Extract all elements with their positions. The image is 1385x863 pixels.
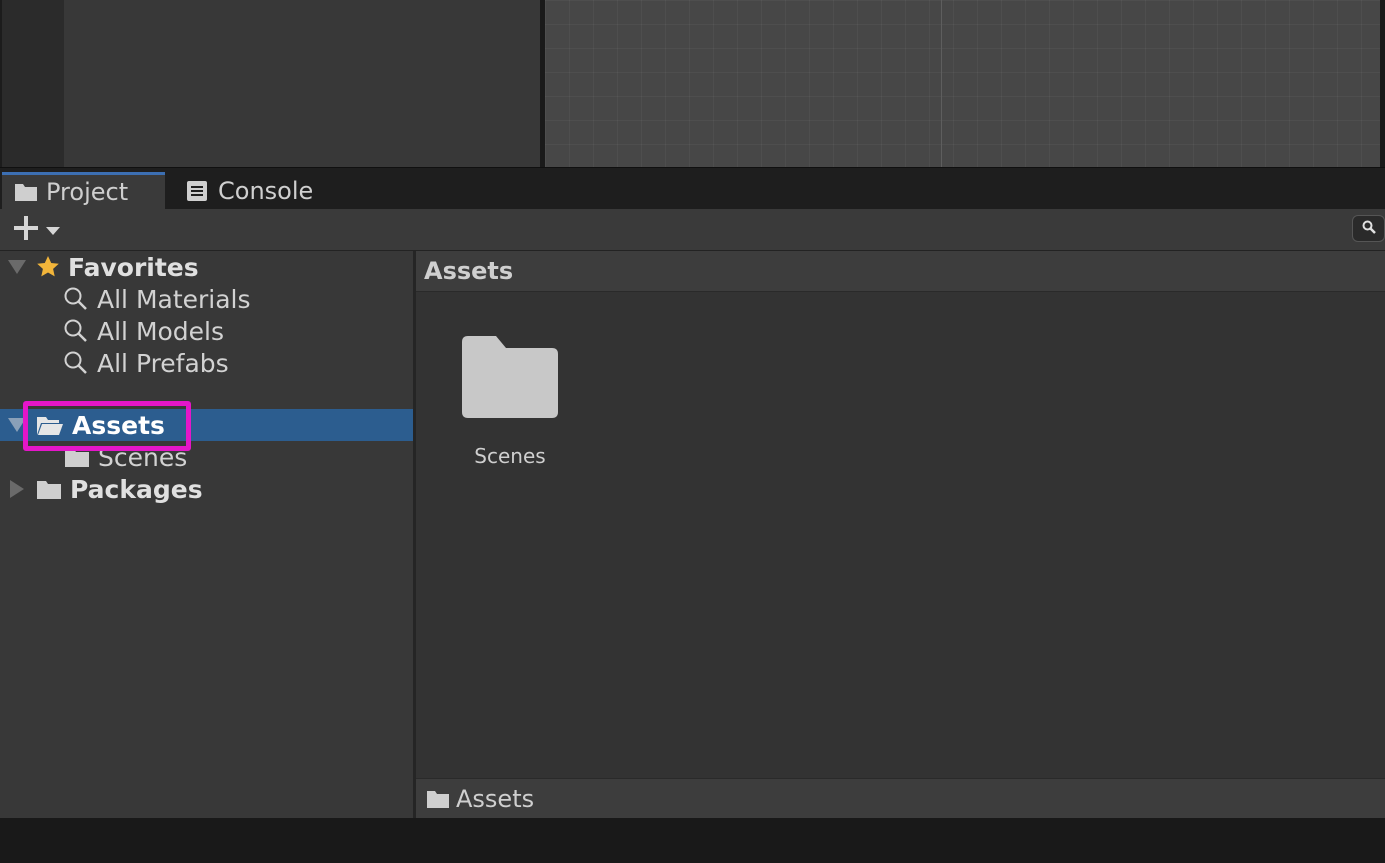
tree-item-label: All Materials: [97, 284, 251, 314]
search-icon: [63, 318, 89, 344]
hierarchy-panel: [64, 0, 540, 167]
scene-view[interactable]: [545, 0, 1380, 167]
scene-axis-line: [941, 0, 942, 167]
asset-item-scenes[interactable]: Scenes: [450, 332, 570, 472]
folder-icon: [36, 478, 62, 500]
hierarchy-gutter: [0, 0, 66, 167]
tab-label: Project: [46, 178, 129, 206]
tree-item-label: Packages: [70, 474, 203, 504]
tree-item-all-models[interactable]: All Models: [0, 315, 413, 347]
path-label: Assets: [456, 785, 535, 813]
folder-icon: [14, 181, 38, 203]
search-icon: [63, 350, 89, 376]
collapsed-arrow-icon[interactable]: [4, 480, 30, 498]
content-header: Assets: [416, 251, 1385, 292]
tree-item-label: Favorites: [68, 252, 199, 282]
star-icon: [36, 255, 60, 279]
tree-item-label: All Prefabs: [97, 348, 229, 378]
tree-item-label: All Models: [97, 316, 225, 346]
add-button[interactable]: [12, 216, 66, 244]
folder-icon: [426, 789, 450, 809]
plus-icon: [12, 214, 40, 246]
search-icon: [1362, 219, 1376, 238]
path-bar: Assets: [416, 778, 1385, 819]
tab-label: Console: [218, 176, 314, 205]
tab-console[interactable]: Console: [186, 172, 346, 209]
tree-item-packages[interactable]: Packages: [0, 473, 413, 505]
project-toolbar: [0, 209, 1385, 251]
highlight-annotation: [23, 401, 191, 451]
search-button[interactable]: [1352, 215, 1385, 242]
chevron-down-icon: [46, 221, 60, 240]
console-icon: [186, 180, 210, 202]
content-breadcrumb: Assets: [424, 257, 514, 285]
tree-item-favorites[interactable]: Favorites: [0, 251, 413, 283]
tree-item-all-materials[interactable]: All Materials: [0, 283, 413, 315]
folder-icon: [462, 336, 558, 422]
tree-item-all-prefabs[interactable]: All Prefabs: [0, 347, 413, 379]
asset-item-label: Scenes: [474, 444, 546, 468]
editor-status-bar: [0, 818, 1385, 863]
search-icon: [63, 286, 89, 312]
window-edge: [1380, 0, 1385, 167]
expand-arrow-icon[interactable]: [4, 260, 30, 274]
tab-project[interactable]: Project: [2, 172, 165, 209]
